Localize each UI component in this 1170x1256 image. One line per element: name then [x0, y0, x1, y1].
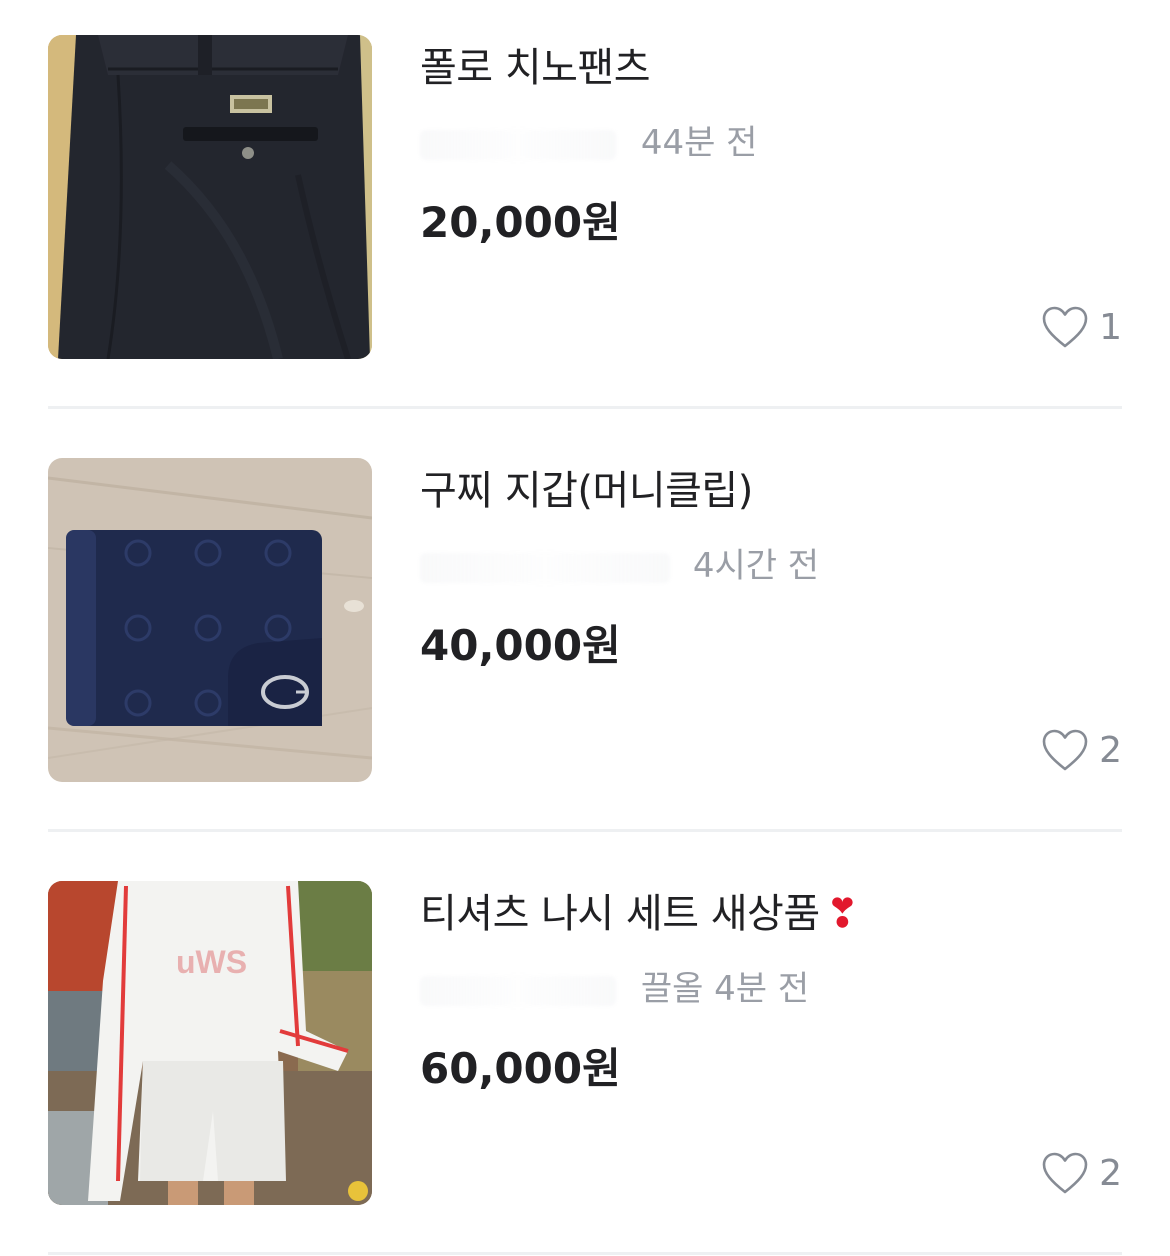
listing-title-text: 티셔츠 나시 세트 새상품 — [420, 891, 820, 937]
wallet-image — [48, 458, 372, 782]
like-count-number: 2 — [1099, 729, 1122, 771]
tshirt-set-image: uWS — [48, 881, 372, 1205]
listing-price: 20,000원 — [420, 198, 621, 247]
listing-price: 60,000원 — [420, 1044, 621, 1093]
listing-meta: 끌올 4분 전 — [420, 967, 840, 1011]
listing-title-text: 폴로 치노팬츠 — [420, 45, 651, 91]
divider — [48, 1252, 1122, 1255]
listing-title[interactable]: 티셔츠 나시 세트 새상품 ❣ — [420, 889, 859, 939]
listing-meta: 44분 전 — [420, 121, 840, 165]
heart-outline-icon — [1042, 306, 1088, 348]
divider — [48, 829, 1122, 832]
divider — [48, 406, 1122, 409]
listing-item[interactable]: 구찌 지갑(머니클립) 4시간 전 40,000원 2 — [0, 458, 1170, 782]
listing-title[interactable]: 구찌 지갑(머니클립) — [420, 466, 753, 516]
heart-exclamation-icon: ❣ — [825, 891, 860, 937]
listing-time: 끌올 4분 전 — [640, 969, 810, 1009]
like-count-number: 1 — [1099, 306, 1122, 348]
chino-pants-image — [48, 35, 372, 359]
listing-title-text: 구찌 지갑(머니클립) — [420, 468, 753, 514]
listing-title[interactable]: 폴로 치노팬츠 — [420, 43, 651, 93]
blurred-location — [420, 552, 670, 583]
heart-outline-icon — [1042, 1152, 1088, 1194]
like-count-number: 2 — [1099, 1152, 1122, 1194]
like-count[interactable]: 2 — [1041, 1149, 1122, 1197]
listing-item[interactable]: 폴로 치노팬츠 44분 전 20,000원 1 — [0, 35, 1170, 359]
blurred-location — [420, 975, 616, 1006]
listing-price: 40,000원 — [420, 621, 621, 670]
listing-meta: 4시간 전 — [420, 544, 840, 588]
listing-item[interactable]: uWS 티셔츠 나시 세트 새상품 ❣ 끌올 4분 전 60,000원 2 — [0, 881, 1170, 1205]
listing-time: 44분 전 — [640, 123, 758, 163]
like-count[interactable]: 2 — [1041, 726, 1122, 774]
like-count[interactable]: 1 — [1041, 303, 1122, 351]
blurred-location — [420, 129, 616, 160]
listing-time: 4시간 전 — [692, 546, 820, 586]
svg-text:uWS: uWS — [176, 944, 247, 980]
heart-outline-icon — [1042, 729, 1088, 771]
product-image-wallet[interactable] — [48, 458, 372, 782]
product-image-chino-pants[interactable] — [48, 35, 372, 359]
product-image-tshirt-set[interactable]: uWS — [48, 881, 372, 1205]
